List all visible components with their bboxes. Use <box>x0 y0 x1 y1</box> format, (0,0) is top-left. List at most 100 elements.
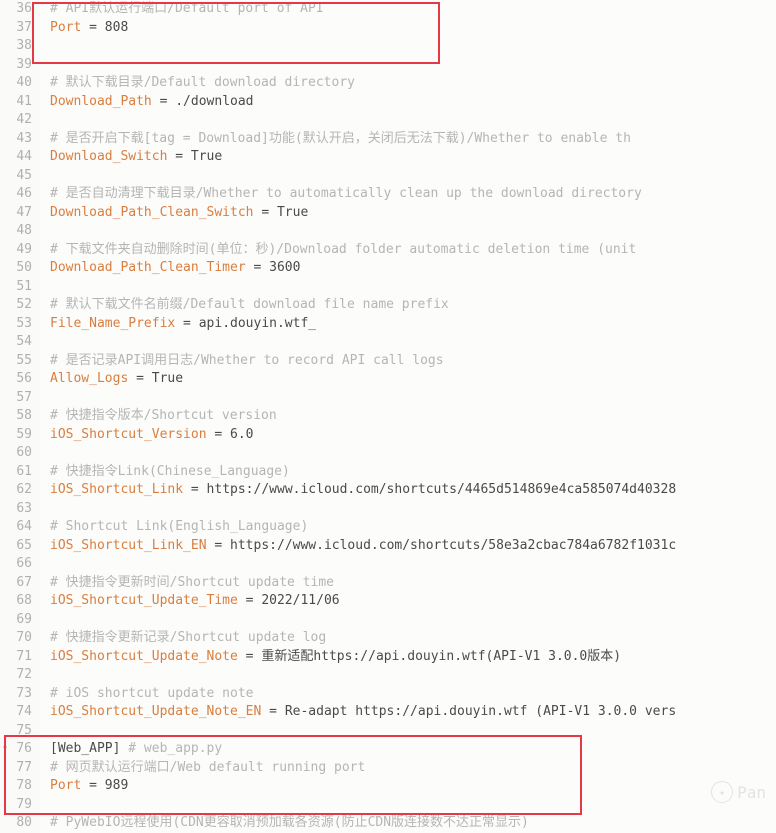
code-editor[interactable]: 3637383940414243444546474849505152535455… <box>0 0 776 833</box>
code-line[interactable]: # 默认下载文件名前缀/Default download file name p… <box>50 296 776 315</box>
line-number: 62 <box>0 481 32 500</box>
comment-text: # PyWebIO远程使用(CDN更容取消预加载各资源(防止CDN版连接数不达正… <box>50 815 529 830</box>
assign-operator: = <box>238 649 261 664</box>
code-line[interactable]: Download_Switch = True <box>50 148 776 167</box>
code-line[interactable]: # Shortcut Link(English_Language) <box>50 518 776 537</box>
code-line[interactable] <box>50 167 776 186</box>
code-line[interactable]: # 下载文件夹自动删除时间(单位：秒)/Download folder auto… <box>50 241 776 260</box>
code-line[interactable] <box>50 666 776 685</box>
comment-text: # 默认下载目录/Default download directory <box>50 75 355 90</box>
line-number: 74 <box>0 703 32 722</box>
code-line[interactable]: # 默认下载目录/Default download directory <box>50 74 776 93</box>
code-line[interactable]: Download_Path_Clean_Switch = True <box>50 204 776 223</box>
line-number: 64 <box>0 518 32 537</box>
code-line[interactable] <box>50 611 776 630</box>
code-line[interactable] <box>50 500 776 519</box>
line-number: 73 <box>0 685 32 704</box>
section-header: [Web_APP] <box>50 741 120 756</box>
code-line[interactable] <box>50 278 776 297</box>
line-number: 70 <box>0 629 32 648</box>
line-number: 63 <box>0 500 32 519</box>
assign-operator: = <box>152 94 175 109</box>
line-number: 57 <box>0 389 32 408</box>
code-line[interactable]: # iOS shortcut update note <box>50 685 776 704</box>
comment-text: # 是否记录API调用日志/Whether to record API call… <box>50 353 444 368</box>
line-number: 45 <box>0 167 32 186</box>
assign-operator: = <box>254 205 277 220</box>
line-number: 71 <box>0 648 32 667</box>
assign-operator: = <box>183 482 206 497</box>
code-line[interactable] <box>50 333 776 352</box>
assign-operator: = <box>207 538 230 553</box>
variable-name: iOS_Shortcut_Update_Note_EN <box>50 704 261 719</box>
variable-name: iOS_Shortcut_Link <box>50 482 183 497</box>
line-number: 72 <box>0 666 32 685</box>
code-line[interactable]: iOS_Shortcut_Update_Time = 2022/11/06 <box>50 592 776 611</box>
assign-operator: = <box>175 316 198 331</box>
comment-text: # 网页默认运行端口/Web default running port <box>50 760 365 775</box>
code-line[interactable] <box>50 389 776 408</box>
comment-text: # 是否开启下载[tag = Download]功能(默认开启，关闭后无法下载)… <box>50 131 631 146</box>
code-line[interactable]: # 网页默认运行端口/Web default running port <box>50 759 776 778</box>
value-text: https://www.icloud.com/shortcuts/58e3a2c… <box>230 538 676 553</box>
line-number: 58 <box>0 407 32 426</box>
variable-name: iOS_Shortcut_Update_Note <box>50 649 238 664</box>
comment-text: # 快捷指令更新记录/Shortcut update log <box>50 630 326 645</box>
code-line[interactable] <box>50 111 776 130</box>
comment-text: # 下载文件夹自动删除时间(单位：秒)/Download folder auto… <box>50 242 636 257</box>
wechat-icon: ✦ <box>711 781 733 803</box>
code-line[interactable]: # 快捷指令版本/Shortcut version <box>50 407 776 426</box>
line-number: 38 <box>0 37 32 56</box>
code-line[interactable]: # 快捷指令更新时间/Shortcut update time <box>50 574 776 593</box>
code-line[interactable] <box>50 555 776 574</box>
code-line[interactable]: Port = 989 <box>50 777 776 796</box>
line-number: 47 <box>0 204 32 223</box>
code-line[interactable]: # 是否记录API调用日志/Whether to record API call… <box>50 352 776 371</box>
value-text: 重新适配https://api.douyin.wtf(API-V1 3.0.0版… <box>261 649 621 664</box>
code-line[interactable]: # 快捷指令更新记录/Shortcut update log <box>50 629 776 648</box>
line-number: 52 <box>0 296 32 315</box>
code-line[interactable]: iOS_Shortcut_Update_Note = 重新适配https://a… <box>50 648 776 667</box>
code-line[interactable]: iOS_Shortcut_Version = 6.0 <box>50 426 776 445</box>
code-line[interactable] <box>50 444 776 463</box>
code-line[interactable]: iOS_Shortcut_Update_Note_EN = Re-adapt h… <box>50 703 776 722</box>
code-line[interactable] <box>50 722 776 741</box>
assign-operator: = <box>81 778 104 793</box>
line-number: 37 <box>0 19 32 38</box>
code-line[interactable]: Allow_Logs = True <box>50 370 776 389</box>
code-area[interactable]: # API默认运行端口/Default port of APIPort = 80… <box>40 0 776 833</box>
code-line[interactable]: # 是否自动清理下载目录/Whether to automatically cl… <box>50 185 776 204</box>
line-number: 50 <box>0 259 32 278</box>
line-number: 36 <box>0 0 32 19</box>
code-line[interactable]: File_Name_Prefix = api.douyin.wtf_ <box>50 315 776 334</box>
code-line[interactable]: # 快捷指令Link(Chinese_Language) <box>50 463 776 482</box>
code-line[interactable]: Download_Path = ./download <box>50 93 776 112</box>
variable-name: Download_Switch <box>50 149 167 164</box>
line-number: 77 <box>0 759 32 778</box>
code-line[interactable]: # 是否开启下载[tag = Download]功能(默认开启，关闭后无法下载)… <box>50 130 776 149</box>
code-line[interactable]: Port = 808 <box>50 19 776 38</box>
value-text: 2022/11/06 <box>261 593 339 608</box>
value-text: api.douyin.wtf_ <box>199 316 316 331</box>
code-line[interactable] <box>50 222 776 241</box>
code-line[interactable]: Download_Path_Clean_Timer = 3600 <box>50 259 776 278</box>
code-line[interactable] <box>50 56 776 75</box>
code-line[interactable]: # PyWebIO远程使用(CDN更容取消预加载各资源(防止CDN版连接数不达正… <box>50 814 776 833</box>
code-line[interactable] <box>50 37 776 56</box>
code-line[interactable]: iOS_Shortcut_Link_EN = https://www.iclou… <box>50 537 776 556</box>
code-line[interactable]: [Web_APP] # web_app.py <box>50 740 776 759</box>
comment-text: # 快捷指令版本/Shortcut version <box>50 408 277 423</box>
code-line[interactable] <box>50 796 776 815</box>
variable-name: iOS_Shortcut_Update_Time <box>50 593 238 608</box>
comment-text: # 默认下载文件名前缀/Default download file name p… <box>50 297 449 312</box>
variable-name: iOS_Shortcut_Link_EN <box>50 538 207 553</box>
line-number: 60 <box>0 444 32 463</box>
line-number: 42 <box>0 111 32 130</box>
assign-operator: = <box>128 371 151 386</box>
code-line[interactable]: # API默认运行端口/Default port of API <box>50 0 776 19</box>
code-line[interactable]: iOS_Shortcut_Link = https://www.icloud.c… <box>50 481 776 500</box>
line-number: 79 <box>0 796 32 815</box>
variable-name: Download_Path <box>50 94 152 109</box>
variable-name: File_Name_Prefix <box>50 316 175 331</box>
variable-name: Download_Path_Clean_Switch <box>50 205 254 220</box>
